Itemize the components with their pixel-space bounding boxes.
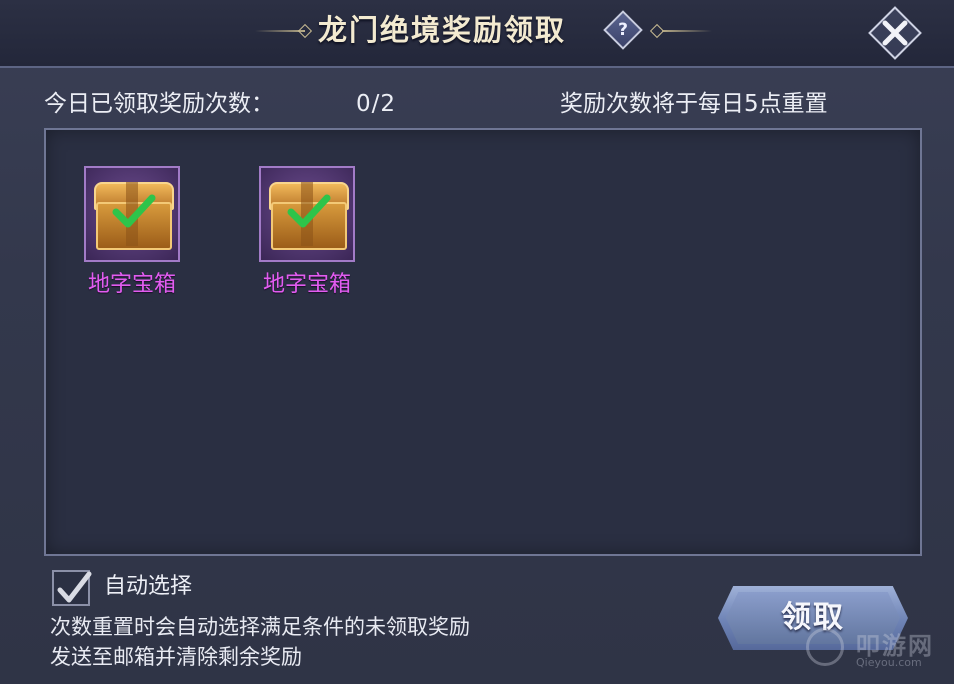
close-button[interactable] — [866, 6, 924, 60]
help-button[interactable]: ? — [603, 10, 643, 50]
claimed-count-label: 今日已领取奖励次数： — [44, 91, 274, 117]
reward-item[interactable]: 地字宝箱 — [241, 166, 361, 306]
watermark-logo-icon — [806, 628, 844, 666]
checkmark-icon — [57, 571, 92, 603]
reward-list-panel: 地字宝箱 地字宝箱 — [44, 128, 922, 556]
reward-name: 地字宝箱 — [87, 272, 176, 297]
reward-name: 地字宝箱 — [262, 272, 351, 297]
claimed-count-value: 0/2 — [356, 91, 397, 117]
reward-claim-dialog: 龙门绝境奖励领取 ? 今日已领取奖励次数： 0/2 奖励次数将于每日5点重置 地… — [0, 0, 954, 684]
header-ornament-right — [662, 30, 712, 32]
question-mark-icon: ? — [618, 20, 628, 40]
auto-select-description-line1: 次数重置时会自动选择满足条件的未领取奖励 — [50, 615, 470, 639]
auto-select-description-line2: 发送至邮箱并清除剩余奖励 — [50, 645, 302, 669]
reset-time-note: 奖励次数将于每日5点重置 — [560, 91, 828, 117]
reward-item[interactable]: 地字宝箱 — [66, 166, 186, 306]
dialog-title: 龙门绝境奖励领取 — [318, 13, 567, 47]
close-x-icon — [882, 20, 908, 46]
header-ornament-diamond-left — [297, 23, 313, 39]
check-icon — [112, 194, 156, 228]
dialog-header: 龙门绝境奖励领取 ? — [0, 0, 954, 68]
auto-select-checkbox[interactable] — [52, 570, 92, 606]
treasure-chest-icon[interactable] — [259, 166, 355, 262]
auto-select-label[interactable]: 自动选择 — [104, 570, 192, 604]
watermark-sub-text: Qieyou.com — [856, 656, 922, 669]
treasure-chest-icon[interactable] — [84, 166, 180, 262]
check-icon — [287, 194, 331, 228]
